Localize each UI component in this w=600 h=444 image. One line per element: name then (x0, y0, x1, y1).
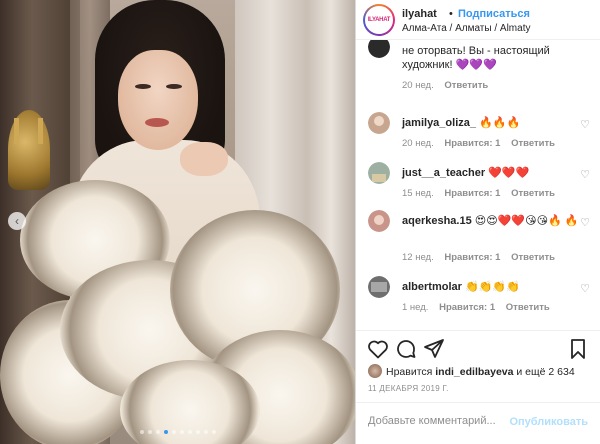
commenter-avatar[interactable] (368, 112, 390, 134)
commenter-avatar[interactable] (368, 276, 390, 298)
post-actions-bar (356, 330, 600, 366)
liker-username[interactable]: indi_edilbayeva (435, 366, 513, 378)
commenter-avatar[interactable] (368, 162, 390, 184)
carousel-dot (196, 430, 200, 434)
reply-button[interactable]: Ответить (511, 188, 555, 199)
paper-plane-icon[interactable] (422, 337, 446, 361)
commenter-username[interactable]: albertmolar (402, 281, 462, 293)
liker-avatar[interactable] (368, 364, 382, 378)
comment-meta: 20 нед. Нравится: 1 Ответить (402, 138, 563, 149)
heart-outline-icon[interactable] (366, 337, 390, 361)
chevron-left-icon[interactable]: ‹ (8, 212, 26, 230)
carousel-dot (172, 430, 176, 434)
heart-outline-icon[interactable]: ♡ (580, 168, 590, 181)
comment-time[interactable]: 20 нед. (402, 80, 434, 91)
carousel-dot (188, 430, 192, 434)
comment-item: just__a_teacher ❤️❤️❤️ 15 нед. Нравится:… (356, 162, 600, 206)
comment-body: 👏👏👏👏 (464, 281, 520, 293)
comment-meta: 20 нед. Ответить (402, 80, 496, 91)
add-comment-bar: Опубликовать (356, 402, 600, 444)
photo-subject (135, 84, 151, 89)
comment-meta: 15 нед. Нравится: 1 Ответить (402, 188, 563, 199)
likes-summary: Нравится indi_edilbayeva и ещё 2 634 (368, 364, 575, 378)
commenter-username[interactable]: aqerkesha.15 (402, 215, 472, 227)
comment-bubble-icon[interactable] (394, 337, 418, 361)
photo-subject (180, 142, 228, 176)
photo-subject (118, 50, 198, 150)
comment-text: just__a_teacher ❤️❤️❤️ (402, 166, 582, 180)
comment-time[interactable]: 12 нед. (402, 252, 434, 263)
comment-input[interactable] (368, 415, 518, 427)
carousel-dot (156, 430, 160, 434)
comment-item: jamilya_oliza_ 🔥🔥🔥 20 нед. Нравится: 1 О… (356, 112, 600, 156)
comment-text: jamilya_oliza_ 🔥🔥🔥 (402, 116, 582, 130)
likes-count-link[interactable]: и ещё 2 634 (516, 366, 574, 378)
carousel-indicator (0, 430, 355, 434)
reply-button[interactable]: Ответить (506, 302, 550, 313)
comment-time[interactable]: 1 нед. (402, 302, 428, 313)
heart-outline-icon[interactable]: ♡ (580, 216, 590, 229)
location-link[interactable]: Алма-Ата / Алматы / Almaty (402, 23, 530, 34)
post-header: ILYAHAT ilyahat • Подписаться Алма-Ата /… (356, 0, 600, 40)
heart-outline-icon[interactable]: ♡ (580, 118, 590, 131)
post-sidebar: ILYAHAT ilyahat • Подписаться Алма-Ата /… (356, 0, 600, 444)
commenter-avatar[interactable] (368, 210, 390, 232)
comment-body: 😍😍❤️❤️😘😘🔥 🔥 (474, 215, 579, 227)
comment-likes-count[interactable]: Нравится: 1 (439, 302, 495, 313)
carousel-dot (148, 430, 152, 434)
post-date[interactable]: 11 ДЕКАБРЯ 2019 Г. (368, 384, 449, 393)
username-link[interactable]: ilyahat (402, 8, 437, 20)
comment-likes-count[interactable]: Нравится: 1 (444, 188, 500, 199)
follow-button[interactable]: Подписаться (458, 8, 530, 20)
separator-dot: • (449, 8, 453, 20)
commenter-username[interactable]: jamilya_oliza_ (402, 117, 476, 129)
comment-time[interactable]: 15 нед. (402, 188, 434, 199)
commenter-avatar[interactable] (368, 40, 390, 58)
avatar[interactable]: ILYAHAT (363, 4, 395, 36)
bookmark-icon[interactable] (566, 337, 590, 361)
comment-item: не оторвать! Вы - настоящий художник! 💜💜… (356, 40, 600, 91)
photo-subject (166, 84, 182, 89)
carousel-dot (212, 430, 216, 434)
comment-item: albertmolar 👏👏👏👏 1 нед. Нравится: 1 Отве… (356, 276, 600, 320)
comment-body: не оторвать! Вы - настоящий художник! 💜💜… (402, 45, 550, 71)
reply-button[interactable]: Ответить (511, 252, 555, 263)
photo-background (14, 118, 19, 144)
comment-meta: 1 нед. Нравится: 1 Ответить (402, 302, 558, 313)
post-photo[interactable]: ‹ (0, 0, 356, 444)
comments-list[interactable]: не оторвать! Вы - настоящий художник! 💜💜… (356, 40, 600, 330)
likes-prefix: Нравится (386, 366, 433, 378)
comment-text: albertmolar 👏👏👏👏 (402, 280, 582, 294)
reply-button[interactable]: Ответить (511, 138, 555, 149)
carousel-dot (204, 430, 208, 434)
comment-text: не оторвать! Вы - настоящий художник! 💜💜… (402, 44, 582, 72)
commenter-username[interactable]: just__a_teacher (402, 167, 485, 179)
carousel-dot (164, 430, 168, 434)
comment-body: ❤️❤️❤️ (488, 167, 530, 179)
comment-time[interactable]: 20 нед. (402, 138, 434, 149)
comment-item: aqerkesha.15 😍😍❤️❤️😘😘🔥 🔥 12 нед. Нравитс… (356, 210, 600, 268)
comment-likes-count[interactable]: Нравится: 1 (444, 252, 500, 263)
carousel-dot (180, 430, 184, 434)
heart-outline-icon[interactable]: ♡ (580, 282, 590, 295)
publish-button[interactable]: Опубликовать (509, 416, 588, 428)
comment-likes-count[interactable]: Нравится: 1 (444, 138, 500, 149)
avatar-logo: ILYAHAT (365, 6, 393, 34)
photo-subject (145, 118, 169, 127)
comment-body: 🔥🔥🔥 (479, 117, 521, 129)
comment-meta: 12 нед. Нравится: 1 Ответить (402, 252, 563, 263)
reply-button[interactable]: Ответить (444, 80, 488, 91)
carousel-dot (140, 430, 144, 434)
photo-background (38, 118, 43, 144)
comment-text: aqerkesha.15 😍😍❤️❤️😘😘🔥 🔥 (402, 214, 582, 228)
